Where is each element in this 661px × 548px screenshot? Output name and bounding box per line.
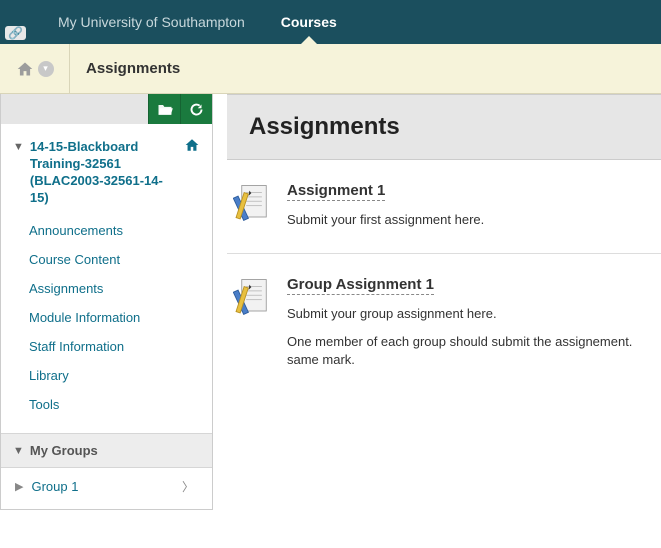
course-nav-list: Announcements Course Content Assignments… [1,212,212,433]
course-home-button[interactable] [184,138,200,156]
link-icon: 🔗 [5,26,26,40]
item-icon-wrap [233,182,287,229]
sidebar: ▼ 14-15-Blackboard Training-32561 (BLAC2… [0,94,213,510]
page-title: Assignments [249,113,639,141]
home-icon [184,138,200,152]
assignment-icon [233,276,275,318]
folder-icon [157,103,173,116]
refresh-icon [189,102,204,117]
nav-course-content[interactable]: Course Content [29,245,212,274]
breadcrumb-home[interactable]: ▾ [0,44,70,94]
chevron-down-icon: ▼ [13,445,24,457]
item-description-line: One member of each group should submit t… [287,333,661,369]
refresh-button[interactable] [180,94,212,124]
my-groups-header[interactable]: ▼ My Groups [1,433,212,468]
my-groups-label: My Groups [30,443,98,458]
item-description-line: Submit your first assignment here. [287,211,661,229]
item-title-link[interactable]: Group Assignment 1 [287,276,434,295]
course-header[interactable]: ▼ 14-15-Blackboard Training-32561 (BLAC2… [1,124,212,212]
content-item: Assignment 1 Submit your first assignment… [227,160,661,254]
nav-library[interactable]: Library [29,361,212,390]
content-item: Group Assignment 1 Submit your group assi… [227,254,661,393]
top-nav: 🔗 My University of Southampton Courses [0,0,661,44]
page-header: Assignments [227,94,661,160]
item-description-line: Submit your group assignment here. [287,305,661,323]
course-title[interactable]: 14-15-Blackboard Training-32561 (BLAC200… [30,138,180,206]
topnav-item-courses[interactable]: Courses [263,0,355,44]
breadcrumb: ▾ Assignments [0,44,661,94]
chevron-right-icon: ▶ [15,480,23,493]
chevron-right-icon: 〉 [182,478,200,495]
nav-assignments[interactable]: Assignments [29,274,212,303]
item-title-link[interactable]: Assignment 1 [287,182,385,201]
item-icon-wrap [233,276,287,369]
item-description: Submit your first assignment here. [287,211,661,229]
home-icon [16,61,34,77]
item-description: Submit your group assignment here. One me… [287,305,661,369]
folder-button[interactable] [148,94,180,124]
nav-module-information[interactable]: Module Information [29,303,212,332]
content-area: Assignments Assignment 1 Submit your firs… [213,94,661,510]
item-body: Group Assignment 1 Submit your group assi… [287,276,661,369]
chevron-down-icon: ▼ [13,141,24,153]
group-label: Group 1 [31,479,78,494]
group-row[interactable]: ▶ Group 1 〉 [1,468,212,509]
sidebar-toolbar [1,94,212,124]
chevron-down-icon: ▾ [38,61,54,77]
nav-announcements[interactable]: Announcements [29,216,212,245]
breadcrumb-title: Assignments [70,60,180,77]
topnav-item-my-university[interactable]: My University of Southampton [40,0,263,44]
item-body: Assignment 1 Submit your first assignment… [287,182,661,229]
nav-tools[interactable]: Tools [29,390,212,419]
nav-staff-information[interactable]: Staff Information [29,332,212,361]
assignment-icon [233,182,275,224]
